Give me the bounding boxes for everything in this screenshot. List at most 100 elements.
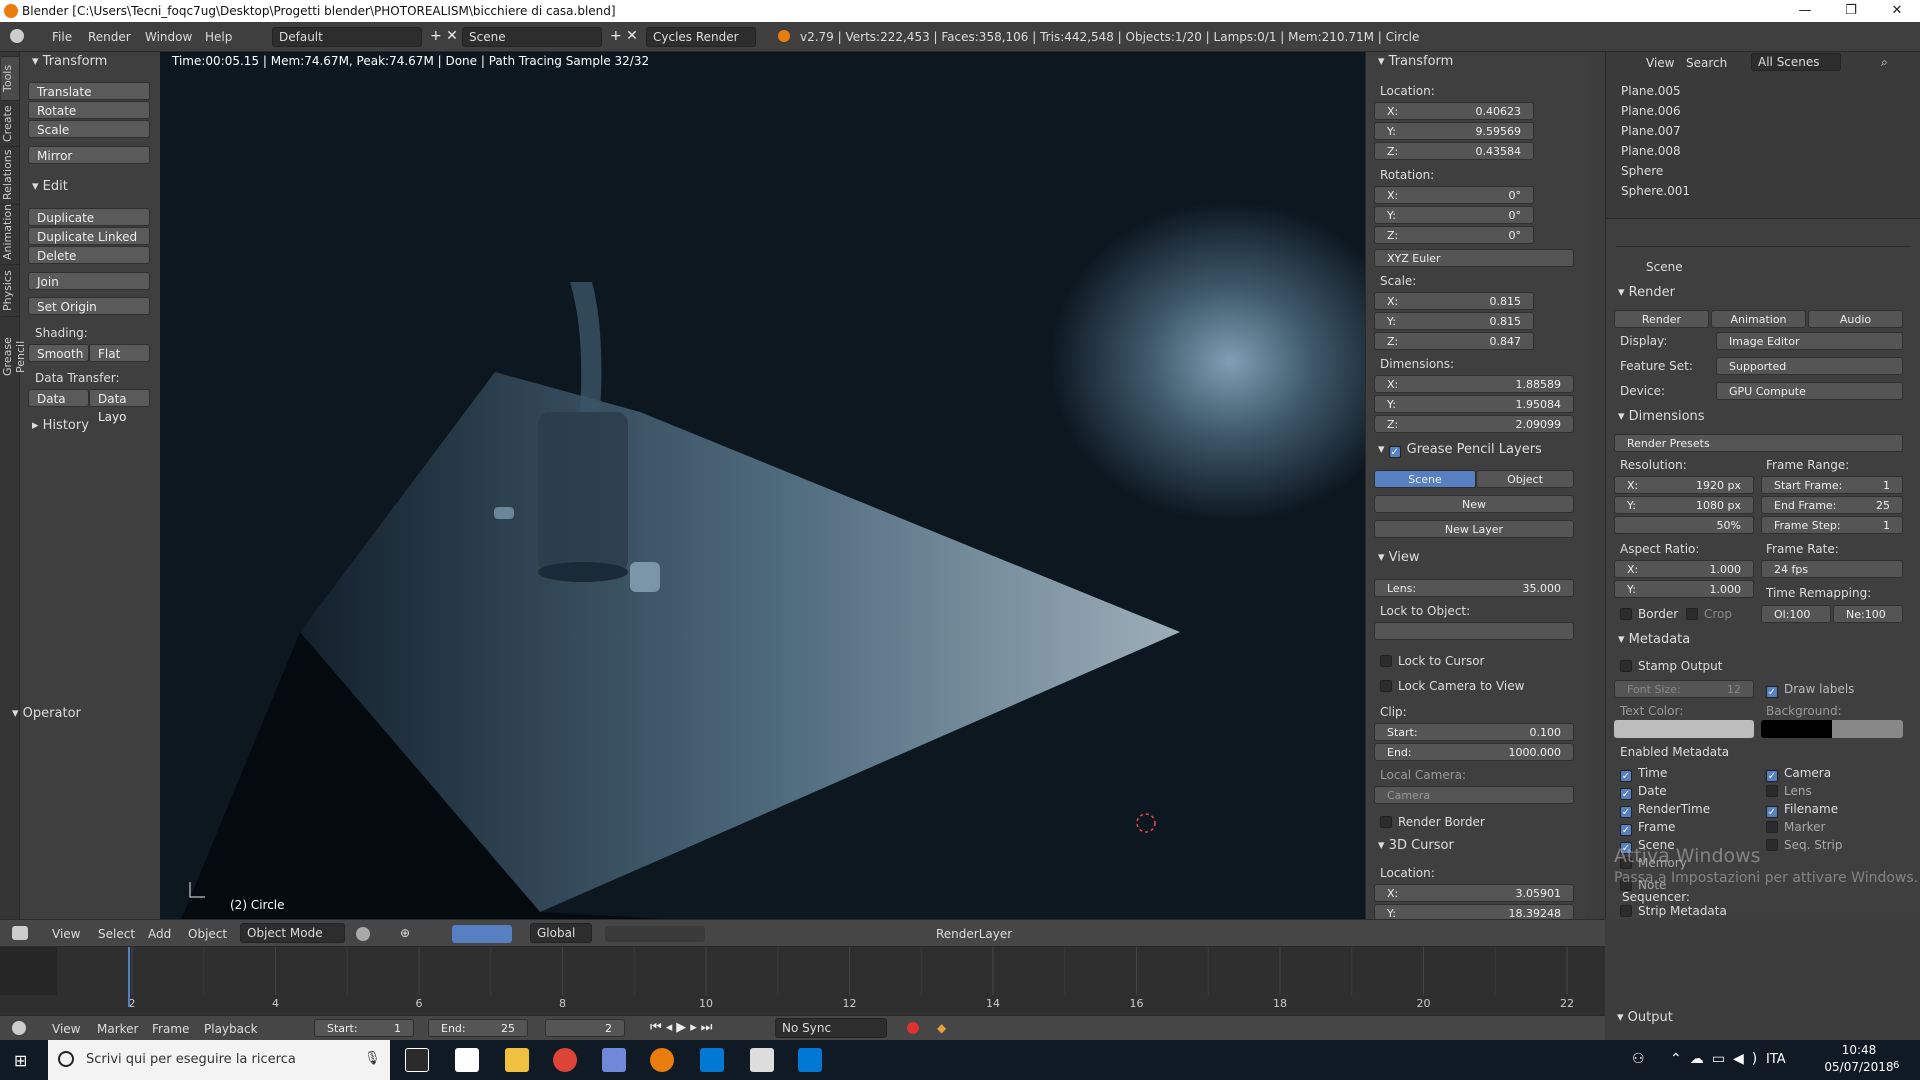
add-layout-icon[interactable]: + ✕ xyxy=(430,28,458,44)
lock-camera-checkbox[interactable] xyxy=(1380,680,1392,692)
people-icon[interactable]: ⚇ xyxy=(1632,1051,1645,1067)
timeline-playback-menu[interactable]: Playback xyxy=(204,1022,258,1036)
timeline[interactable]: 2 4 6 8 10 12 14 16 18 20 22 xyxy=(0,947,1605,1015)
3d-cursor-header[interactable]: ▾ 3D Cursor xyxy=(1378,838,1454,853)
scale-x-field[interactable]: X: 0.815 xyxy=(1374,292,1534,310)
render-presets-select[interactable]: Render Presets xyxy=(1614,434,1903,452)
grease-pencil-header[interactable]: ▾ ✓ Grease Pencil Layers xyxy=(1378,442,1542,458)
meta-marker-toggle[interactable]: Marker xyxy=(1766,820,1825,834)
render-border-checkbox[interactable] xyxy=(1380,816,1392,828)
add-menu[interactable]: Add xyxy=(148,927,171,941)
lock-object-field[interactable] xyxy=(1374,622,1574,640)
location-x-field[interactable]: X: 0.40623 xyxy=(1374,102,1534,120)
editor-type-icon[interactable] xyxy=(12,926,28,940)
close-button[interactable]: ✕ xyxy=(1874,0,1920,22)
scale-button[interactable]: Scale xyxy=(28,120,150,138)
audio-button[interactable]: Audio xyxy=(1808,310,1903,328)
strip-metadata-checkbox[interactable] xyxy=(1620,905,1632,917)
timeline-frame-menu[interactable]: Frame xyxy=(152,1022,189,1036)
outliner-row[interactable]: Plane.007 xyxy=(1621,124,1911,142)
manipulator-icons[interactable] xyxy=(452,925,512,943)
timeline-editor-icon[interactable] xyxy=(12,1021,26,1035)
start-frame-field[interactable]: Start Frame: 1 xyxy=(1761,476,1903,494)
render-border-toggle[interactable]: Render Border xyxy=(1380,815,1485,829)
rotation-y-field[interactable]: Y: 0° xyxy=(1374,206,1534,224)
meta-frame-toggle[interactable]: ✓ Frame xyxy=(1620,820,1675,836)
blender-taskbar-icon[interactable] xyxy=(650,1048,674,1072)
resolution-y-field[interactable]: Y: 1080 px xyxy=(1614,496,1754,514)
3d-cursor-icon[interactable] xyxy=(1136,813,1156,833)
playback-controls-icon[interactable]: ⏮◂▶▸⏭ xyxy=(650,1020,716,1035)
local-camera-field[interactable]: Camera xyxy=(1374,786,1574,804)
current-frame-indicator[interactable] xyxy=(128,947,130,1007)
gp-object-tab[interactable]: Object xyxy=(1476,470,1574,488)
grease-pencil-checkbox[interactable]: ✓ xyxy=(1388,446,1401,458)
meta-seq-strip-toggle[interactable]: Seq. Strip xyxy=(1766,838,1842,852)
outliner-scene-select[interactable]: All Scenes xyxy=(1751,53,1841,71)
end-frame-field[interactable]: End Frame: 25 xyxy=(1761,496,1903,514)
rotate-button[interactable]: Rotate xyxy=(28,101,150,119)
notification-count[interactable]: 6 xyxy=(1893,1060,1899,1071)
render-panel-header[interactable]: ▾ Render xyxy=(1618,285,1675,300)
3d-viewport[interactable]: Time:00:05.15 | Mem:74.67M, Peak:74.67M … xyxy=(160,52,1365,919)
edit-panel-header[interactable]: ▾ Edit xyxy=(32,179,68,194)
crop-toggle[interactable]: Crop xyxy=(1686,607,1732,621)
language-indicator[interactable]: ITA xyxy=(1766,1052,1786,1067)
border-toggle[interactable]: Border xyxy=(1620,607,1678,621)
meta-camera-checkbox[interactable]: ✓ xyxy=(1766,770,1778,782)
obj-transform-header[interactable]: ▾ Transform xyxy=(1378,54,1453,69)
menu-render[interactable]: Render xyxy=(88,30,131,44)
meta-marker-checkbox[interactable] xyxy=(1766,821,1778,833)
meta-time-toggle[interactable]: ✓ Time xyxy=(1620,766,1667,782)
discord-icon[interactable] xyxy=(602,1048,626,1072)
windows-start-icon[interactable]: ⊞ xyxy=(14,1051,27,1070)
smooth-button[interactable]: Smooth xyxy=(28,344,89,362)
meta-lens-checkbox[interactable] xyxy=(1766,785,1778,797)
device-select[interactable]: GPU Compute xyxy=(1716,382,1903,400)
scale-z-field[interactable]: Z: 0.847 xyxy=(1374,332,1534,350)
scene-selector[interactable]: Scene xyxy=(462,27,602,47)
microphone-icon[interactable]: 🎙 xyxy=(364,1051,381,1066)
location-z-field[interactable]: Z: 0.43584 xyxy=(1374,142,1534,160)
tab-tools[interactable]: Tools xyxy=(1,56,19,100)
app-icon[interactable] xyxy=(750,1048,774,1072)
meta-filename-checkbox[interactable]: ✓ xyxy=(1766,806,1778,818)
meta-lens-toggle[interactable]: Lens xyxy=(1766,784,1812,798)
meta-date-checkbox[interactable]: ✓ xyxy=(1620,788,1632,800)
outliner-row[interactable]: Sphere.001 xyxy=(1621,184,1911,202)
task-view-icon[interactable] xyxy=(405,1048,429,1072)
vscode-icon[interactable] xyxy=(700,1048,724,1072)
clip-start-field[interactable]: Start: 0.100 xyxy=(1374,723,1574,741)
object-menu[interactable]: Object xyxy=(188,927,227,941)
rotation-z-field[interactable]: Z: 0° xyxy=(1374,226,1534,244)
history-panel-header[interactable]: ▸ History xyxy=(32,418,89,433)
clock-time[interactable]: 10:48 xyxy=(1830,1043,1888,1057)
window-app-icon[interactable] xyxy=(798,1048,822,1072)
lock-cursor-checkbox[interactable] xyxy=(1380,655,1392,667)
outliner-row[interactable]: Sphere xyxy=(1621,164,1911,182)
clock-date[interactable]: 05/07/2018 xyxy=(1818,1060,1900,1074)
chrome-icon[interactable] xyxy=(553,1048,577,1072)
timeline-marker-menu[interactable]: Marker xyxy=(97,1022,138,1036)
dimensions-x-field[interactable]: X: 1.88589 xyxy=(1374,375,1574,393)
border-checkbox[interactable] xyxy=(1620,608,1632,620)
delete-button[interactable]: Delete xyxy=(28,246,150,264)
text-color-swatch[interactable] xyxy=(1614,720,1754,738)
view-panel-header[interactable]: ▾ View xyxy=(1378,550,1420,565)
menu-file[interactable]: File xyxy=(52,30,72,44)
meta-camera-toggle[interactable]: ✓ Camera xyxy=(1766,766,1831,782)
start-frame-input[interactable]: Start: 1 xyxy=(314,1019,414,1037)
transform-panel-header[interactable]: ▾ Transform xyxy=(32,54,107,69)
layer-buttons[interactable] xyxy=(605,926,705,942)
animation-button[interactable]: Animation xyxy=(1711,310,1806,328)
outliner-view-menu[interactable]: View xyxy=(1646,56,1674,70)
flat-button[interactable]: Flat xyxy=(89,344,150,362)
current-frame-input[interactable]: 2 xyxy=(545,1019,625,1037)
resolution-percent-field[interactable]: 50% xyxy=(1614,516,1754,534)
lock-cursor-toggle[interactable]: Lock to Cursor xyxy=(1380,654,1484,668)
time-remap-old-field[interactable]: Ol:100 xyxy=(1761,605,1831,623)
outliner-row[interactable]: Plane.006 xyxy=(1621,104,1911,122)
file-explorer-icon[interactable] xyxy=(505,1048,529,1072)
outliner-row[interactable]: Plane.008 xyxy=(1621,144,1911,162)
frame-step-field[interactable]: Frame Step: 1 xyxy=(1761,516,1903,534)
